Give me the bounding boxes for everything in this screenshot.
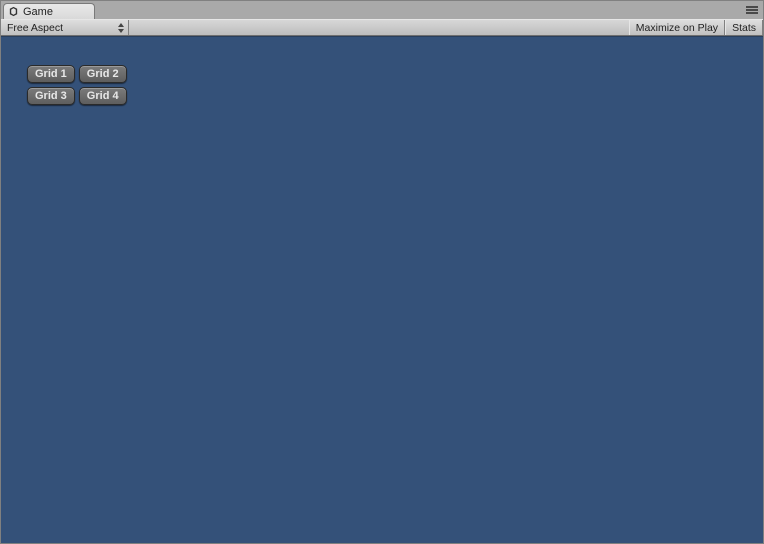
maximize-label: Maximize on Play bbox=[636, 22, 718, 34]
grid-3-button[interactable]: Grid 3 bbox=[27, 87, 75, 105]
tab-bar: Game bbox=[1, 1, 763, 19]
aspect-ratio-value: Free Aspect bbox=[7, 22, 63, 34]
grid-2-button[interactable]: Grid 2 bbox=[79, 65, 127, 83]
toolbar-spacer bbox=[129, 20, 629, 35]
game-panel: Game Free Aspect Maximize on Play bbox=[0, 0, 764, 544]
grid-button-group: Grid 1 Grid 2 Grid 3 Grid 4 bbox=[27, 65, 127, 105]
tab-game[interactable]: Game bbox=[3, 3, 95, 19]
unity-logo-icon bbox=[8, 6, 19, 17]
grid-4-button[interactable]: Grid 4 bbox=[79, 87, 127, 105]
game-toolbar: Free Aspect Maximize on Play Stats bbox=[1, 19, 763, 36]
stats-toggle[interactable]: Stats bbox=[725, 20, 763, 35]
updown-icon bbox=[117, 22, 125, 34]
aspect-ratio-dropdown[interactable]: Free Aspect bbox=[1, 20, 129, 35]
stats-label: Stats bbox=[732, 22, 756, 34]
maximize-on-play-toggle[interactable]: Maximize on Play bbox=[629, 20, 725, 35]
game-viewport: Grid 1 Grid 2 Grid 3 Grid 4 bbox=[1, 36, 763, 543]
tab-label: Game bbox=[23, 6, 53, 18]
panel-menu-button[interactable] bbox=[745, 4, 759, 16]
grid-1-button[interactable]: Grid 1 bbox=[27, 65, 75, 83]
